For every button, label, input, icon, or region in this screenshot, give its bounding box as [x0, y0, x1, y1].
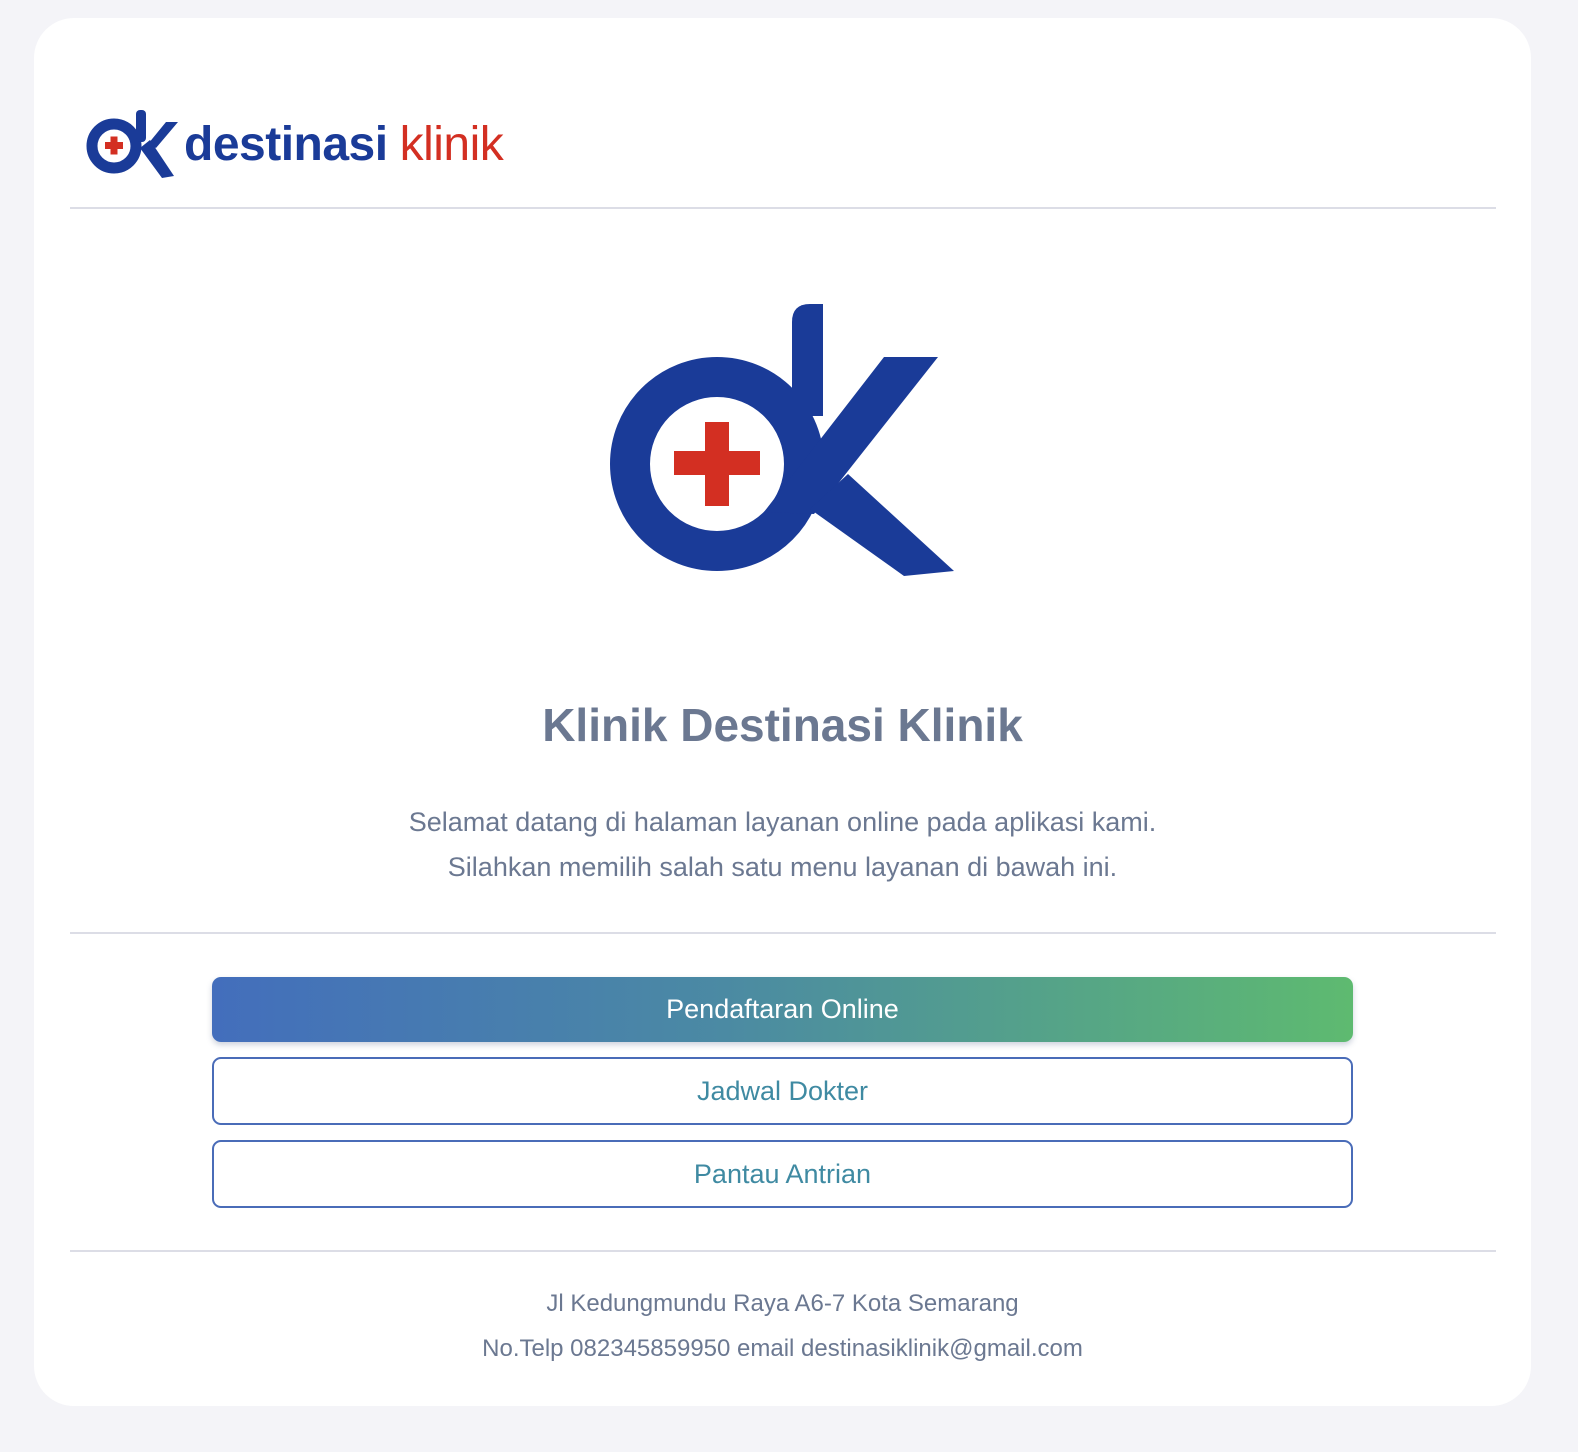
footer: Jl Kedungmundu Raya A6-7 Kota Semarang N… — [34, 1281, 1531, 1371]
jadwal-dokter-button[interactable]: Jadwal Dokter — [212, 1057, 1353, 1125]
welcome-message: Selamat datang di halaman layanan online… — [34, 800, 1531, 890]
pantau-antrian-button[interactable]: Pantau Antrian — [212, 1140, 1353, 1208]
welcome-line-2: Silahkan memilih salah satu menu layanan… — [447, 852, 1118, 882]
footer-address: Jl Kedungmundu Raya A6-7 Kota Semarang — [546, 1290, 1019, 1317]
content-divider — [70, 932, 1496, 934]
brand-logo-icon — [86, 110, 178, 178]
pendaftaran-online-button[interactable]: Pendaftaran Online — [212, 977, 1353, 1042]
brand-word-klinik: klinik — [399, 118, 504, 171]
clinic-title: Klinik Destinasi Klinik — [542, 699, 1023, 751]
hero-logo-icon — [610, 304, 954, 576]
footer-divider — [70, 1250, 1496, 1252]
header: destinasi klinik — [84, 96, 504, 192]
brand-word-destinasi: destinasi — [184, 118, 388, 171]
main-card: destinasi klinik Klinik Destinasi Klinik … — [34, 18, 1531, 1406]
footer-contact: No.Telp 082345859950 email destinasiklin… — [482, 1335, 1083, 1362]
header-divider — [70, 207, 1496, 209]
brand-name: destinasi klinik — [184, 118, 504, 171]
welcome-line-1: Selamat datang di halaman layanan online… — [408, 807, 1157, 837]
